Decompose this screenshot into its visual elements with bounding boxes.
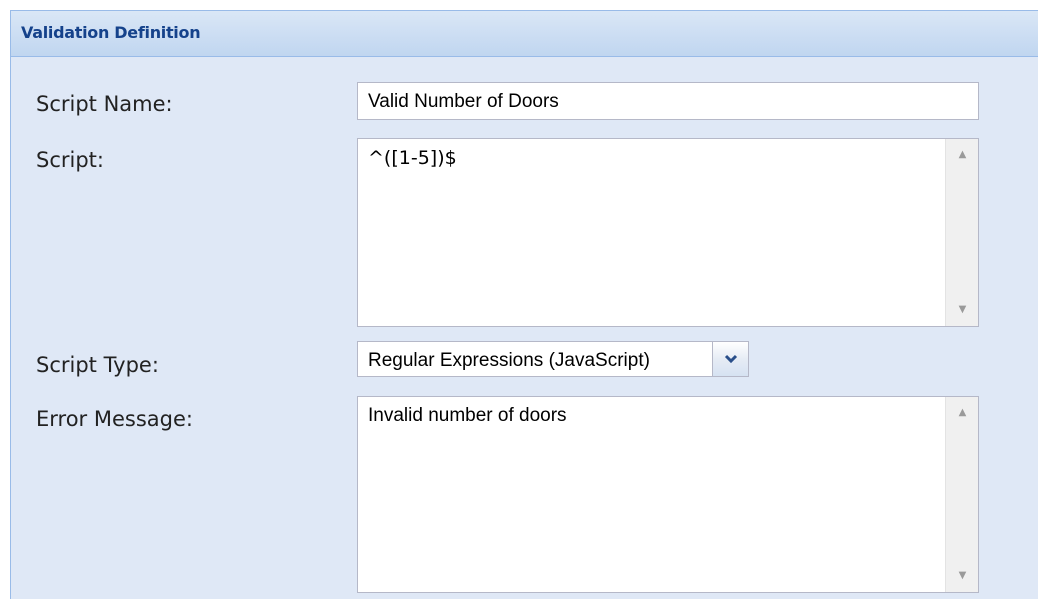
script-type-label: Script Type: xyxy=(36,353,159,377)
script-value: ^([1-5])$ xyxy=(368,147,457,169)
script-textarea[interactable]: ^([1-5])$ ▲ ▼ xyxy=(357,138,979,327)
script-name-value: Valid Number of Doors xyxy=(368,91,559,112)
scroll-up-arrow-icon[interactable]: ▲ xyxy=(946,401,979,425)
script-type-dropdown-button[interactable] xyxy=(712,341,749,377)
scroll-down-arrow-icon[interactable]: ▼ xyxy=(946,298,979,322)
chevron-down-icon xyxy=(724,354,738,364)
script-name-input[interactable]: Valid Number of Doors xyxy=(357,82,979,120)
script-name-label: Script Name: xyxy=(36,92,173,116)
panel-header: Validation Definition xyxy=(11,11,1038,57)
script-label: Script: xyxy=(36,148,104,172)
error-message-scrollbar[interactable]: ▲ ▼ xyxy=(945,397,978,592)
error-message-label: Error Message: xyxy=(36,407,193,431)
error-message-textarea[interactable]: Invalid number of doors ▲ ▼ xyxy=(357,396,979,593)
scroll-up-arrow-icon[interactable]: ▲ xyxy=(946,143,979,167)
scroll-down-arrow-icon[interactable]: ▼ xyxy=(946,564,979,588)
script-type-select[interactable]: Regular Expressions (JavaScript) xyxy=(357,341,749,377)
error-message-value: Invalid number of doors xyxy=(368,405,567,426)
script-type-selected-value: Regular Expressions (JavaScript) xyxy=(368,350,650,371)
validation-definition-panel: Validation Definition Script Name: Valid… xyxy=(10,10,1038,599)
panel-title: Validation Definition xyxy=(21,23,201,42)
script-scrollbar[interactable]: ▲ ▼ xyxy=(945,139,978,326)
